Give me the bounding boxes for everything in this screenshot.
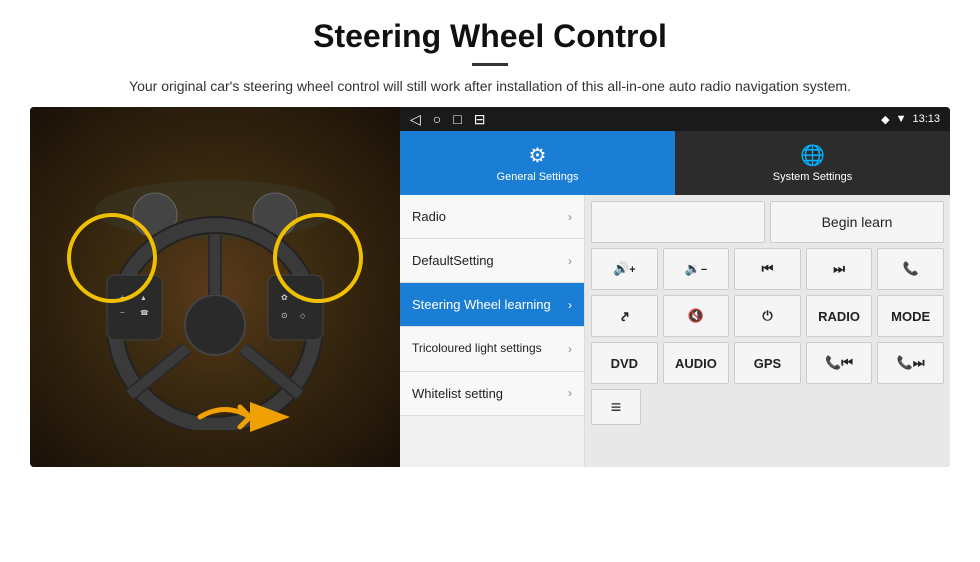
begin-learn-row: Begin learn [591,201,944,243]
steering-bg: + − ▲ ☎ ✿ ◇ ⊙ ◇ [30,107,400,467]
call-button[interactable]: 📞 [877,248,944,290]
android-screen: ◁ ○ □ ⊟ ◆ ▼ 13:13 ⚙ General Settings 🌐 S… [400,107,950,467]
main-content: Radio › DefaultSetting › Steering Wheel … [400,195,950,467]
call-icon: 📞 [903,261,919,277]
globe-icon: 🌐 [800,143,825,168]
next-track-icon: ⏭ [833,261,845,277]
clock: 13:13 [912,113,940,125]
page-title: Steering Wheel Control [40,18,940,55]
prev-track-icon: ⏮ [762,261,774,277]
tab-general-label: General Settings [497,171,579,183]
menu-item-tricoloured[interactable]: Tricoloured light settings › [400,327,584,372]
dvd-label: DVD [611,356,638,371]
button-row-3: DVD AUDIO GPS 📞⏮ 📞⏭ [591,342,944,384]
highlight-circle-right [273,213,363,303]
audio-label: AUDIO [675,356,717,371]
dvd-button[interactable]: DVD [591,342,658,384]
mute-icon: 🔇 [688,308,704,324]
status-bar-info: ◆ ▼ 13:13 [881,113,940,126]
tab-system-label: System Settings [773,171,852,183]
title-divider [472,63,508,66]
page-header: Steering Wheel Control Your original car… [0,0,980,107]
tel-next-icon: 📞⏭ [897,355,925,371]
menu-icon-button[interactable]: ≡ [591,389,641,425]
mode-button[interactable]: MODE [877,295,944,337]
vol-down-icon: 🔉− [685,261,708,277]
begin-learn-button[interactable]: Begin learn [770,201,944,243]
highlight-circle-left [67,213,157,303]
audio-button[interactable]: AUDIO [663,342,730,384]
car-image: + − ▲ ☎ ✿ ◇ ⊙ ◇ [30,107,400,467]
location-icon: ◆ [881,113,889,126]
chevron-icon: › [568,210,572,224]
menu-item-steering[interactable]: Steering Wheel learning › [400,283,584,327]
arrow [195,392,295,447]
hang-up-button[interactable]: ↩ [591,295,658,337]
signal-icon: ▼ [896,113,907,125]
svg-text:−: − [120,308,125,317]
right-panel: Begin learn 🔊+ 🔉− ⏮ ⏭ [585,195,950,467]
menu-item-whitelist[interactable]: Whitelist setting › [400,372,584,416]
chevron-icon: › [568,342,572,356]
menu-item-default[interactable]: DefaultSetting › [400,239,584,283]
vol-up-button[interactable]: 🔊+ [591,248,658,290]
svg-text:◇: ◇ [300,313,306,320]
prev-track-button[interactable]: ⏮ [734,248,801,290]
empty-cell [591,201,765,243]
chevron-icon: › [568,254,572,268]
chevron-icon: › [568,298,572,312]
menu-tricoloured-label: Tricoloured light settings [412,341,542,357]
svg-text:☎: ☎ [140,309,149,317]
tab-bar: ⚙ General Settings 🌐 System Settings [400,131,950,195]
tel-next-button[interactable]: 📞⏭ [877,342,944,384]
mode-label: MODE [891,309,930,324]
left-menu: Radio › DefaultSetting › Steering Wheel … [400,195,585,467]
vol-up-icon: 🔊+ [613,261,636,277]
status-bar-nav: ◁ ○ □ ⊟ [410,111,485,128]
power-icon: ⏻ [762,308,772,324]
menu-item-radio[interactable]: Radio › [400,195,584,239]
back-nav[interactable]: ◁ [410,111,421,128]
button-row-2: ↩ 🔇 ⏻ RADIO MODE [591,295,944,337]
home-nav[interactable]: ○ [433,111,441,127]
radio-label: RADIO [818,309,860,324]
chevron-icon: › [568,386,572,400]
svg-text:▲: ▲ [140,295,147,302]
tab-system-settings[interactable]: 🌐 System Settings [675,131,950,195]
tel-prev-icon: 📞⏮ [825,355,853,371]
svg-text:⊙: ⊙ [281,311,288,320]
recent-nav[interactable]: □ [453,111,461,127]
hang-up-icon: ↩ [615,306,634,325]
menu-whitelist-label: Whitelist setting [412,386,503,401]
gps-button[interactable]: GPS [734,342,801,384]
tab-general-settings[interactable]: ⚙ General Settings [400,131,675,195]
mute-button[interactable]: 🔇 [663,295,730,337]
power-button[interactable]: ⏻ [734,295,801,337]
vol-down-button[interactable]: 🔉− [663,248,730,290]
menu-nav[interactable]: ⊟ [474,111,486,128]
tel-prev-button[interactable]: 📞⏮ [806,342,873,384]
gear-icon: ⚙ [529,143,547,168]
page-subtitle: Your original car's steering wheel contr… [40,76,940,97]
button-row-1: 🔊+ 🔉− ⏮ ⏭ 📞 [591,248,944,290]
svg-text:✿: ✿ [281,293,288,302]
gps-label: GPS [754,356,781,371]
bottom-row: ≡ [591,389,944,425]
menu-radio-label: Radio [412,209,446,224]
status-bar: ◁ ○ □ ⊟ ◆ ▼ 13:13 [400,107,950,131]
menu-steering-label: Steering Wheel learning [412,297,551,312]
menu-default-label: DefaultSetting [412,253,494,268]
next-track-button[interactable]: ⏭ [806,248,873,290]
menu-icon: ≡ [611,397,622,418]
content-area: + − ▲ ☎ ✿ ◇ ⊙ ◇ [0,107,980,467]
radio-button[interactable]: RADIO [806,295,873,337]
